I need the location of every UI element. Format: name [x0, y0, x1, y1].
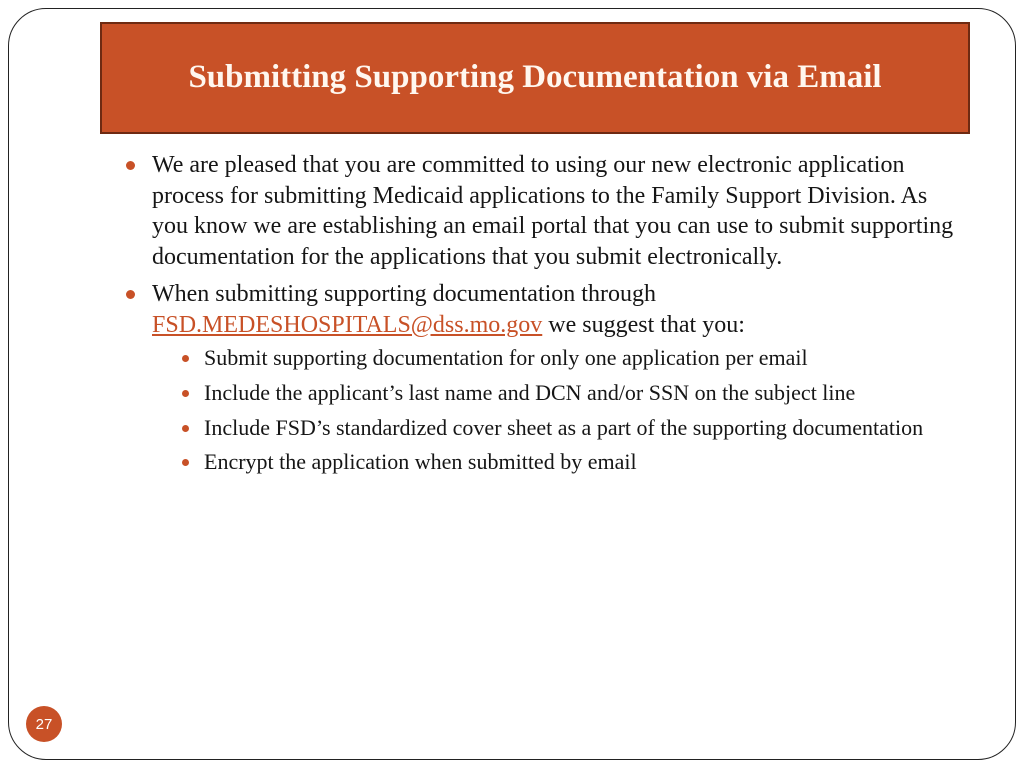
title-banner: Submitting Supporting Documentation via …	[100, 22, 970, 134]
sub-bullet-list: Submit supporting documentation for only…	[182, 344, 966, 476]
sub-bullet-text: Include FSD’s standardized cover sheet a…	[204, 415, 923, 440]
sub-bullet-text: Submit supporting documentation for only…	[204, 345, 808, 370]
slide-content: We are pleased that you are committed to…	[126, 150, 966, 483]
slide: Submitting Supporting Documentation via …	[0, 0, 1024, 768]
bullet-text-post: we suggest that you:	[542, 312, 745, 338]
email-link[interactable]: FSD.MEDESHOSPITALS@dss.mo.gov	[152, 312, 542, 338]
sub-bullet-text: Encrypt the application when submitted b…	[204, 449, 637, 474]
sub-bullet-item: Submit supporting documentation for only…	[182, 344, 966, 373]
slide-title: Submitting Supporting Documentation via …	[188, 57, 881, 98]
sub-bullet-item: Include FSD’s standardized cover sheet a…	[182, 414, 966, 443]
bullet-text: We are pleased that you are committed to…	[152, 152, 953, 270]
bullet-item: When submitting supporting documentation…	[126, 279, 966, 477]
bullet-item: We are pleased that you are committed to…	[126, 150, 966, 273]
sub-bullet-item: Encrypt the application when submitted b…	[182, 448, 966, 477]
page-number: 27	[36, 716, 53, 733]
sub-bullet-text: Include the applicant’s last name and DC…	[204, 380, 855, 405]
bullet-list: We are pleased that you are committed to…	[126, 150, 966, 477]
bullet-text-pre: When submitting supporting documentation…	[152, 281, 656, 307]
sub-bullet-item: Include the applicant’s last name and DC…	[182, 379, 966, 408]
page-number-badge: 27	[26, 706, 62, 742]
